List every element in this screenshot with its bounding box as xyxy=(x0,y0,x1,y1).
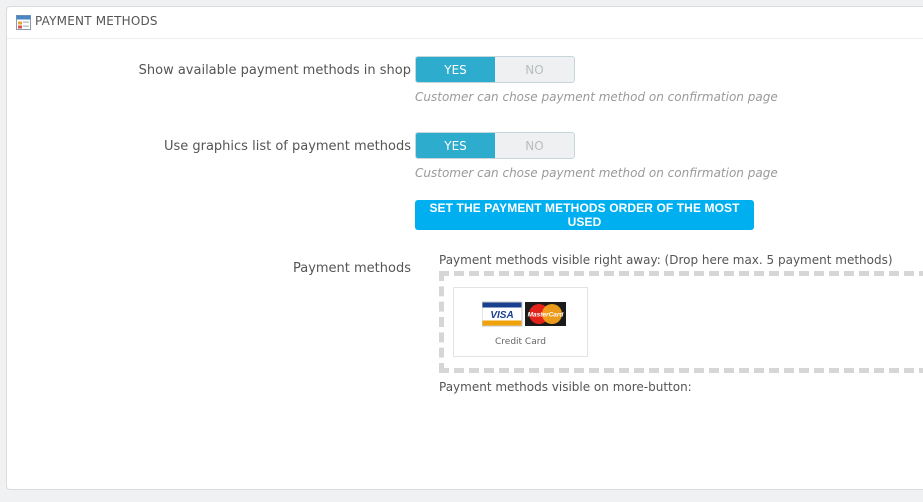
svg-text:MasterCard: MasterCard xyxy=(528,312,565,319)
panel-header: PAYMENT METHODS xyxy=(7,7,923,39)
show-payment-methods-switch[interactable]: YES NO xyxy=(415,56,575,83)
visible-methods-dropzone[interactable]: VISA MasterCard Credit Card xyxy=(439,271,923,373)
graphics-list-label: Use graphics list of payment methods xyxy=(163,139,411,154)
graphics-list-help: Customer can chose payment method on con… xyxy=(415,166,778,180)
graphics-list-switch[interactable]: YES NO xyxy=(415,132,575,159)
show-payment-methods-help: Customer can chose payment method on con… xyxy=(415,90,778,104)
panel-title: PAYMENT METHODS xyxy=(35,14,158,28)
more-methods-heading: Payment methods visible on more-button: xyxy=(439,380,692,394)
graphics-list-yes[interactable]: YES xyxy=(416,133,495,158)
show-payment-methods-label: Show available payment methods in shop xyxy=(138,63,411,78)
payment-method-card[interactable]: VISA MasterCard Credit Card xyxy=(453,287,588,357)
show-payment-methods-yes[interactable]: YES xyxy=(416,57,495,82)
graphics-list-no[interactable]: NO xyxy=(495,133,574,158)
payment-methods-label: Payment methods xyxy=(292,261,411,276)
payment-methods-icon xyxy=(16,15,31,30)
credit-card-logos-icon: VISA MasterCard xyxy=(482,301,566,327)
payment-method-name: Credit Card xyxy=(495,337,546,347)
svg-text:VISA: VISA xyxy=(490,310,513,321)
show-payment-methods-no[interactable]: NO xyxy=(495,57,574,82)
visible-methods-heading: Payment methods visible right away: (Dro… xyxy=(439,253,893,267)
set-order-button[interactable]: SET THE PAYMENT METHODS ORDER OF THE MOS… xyxy=(415,200,754,230)
